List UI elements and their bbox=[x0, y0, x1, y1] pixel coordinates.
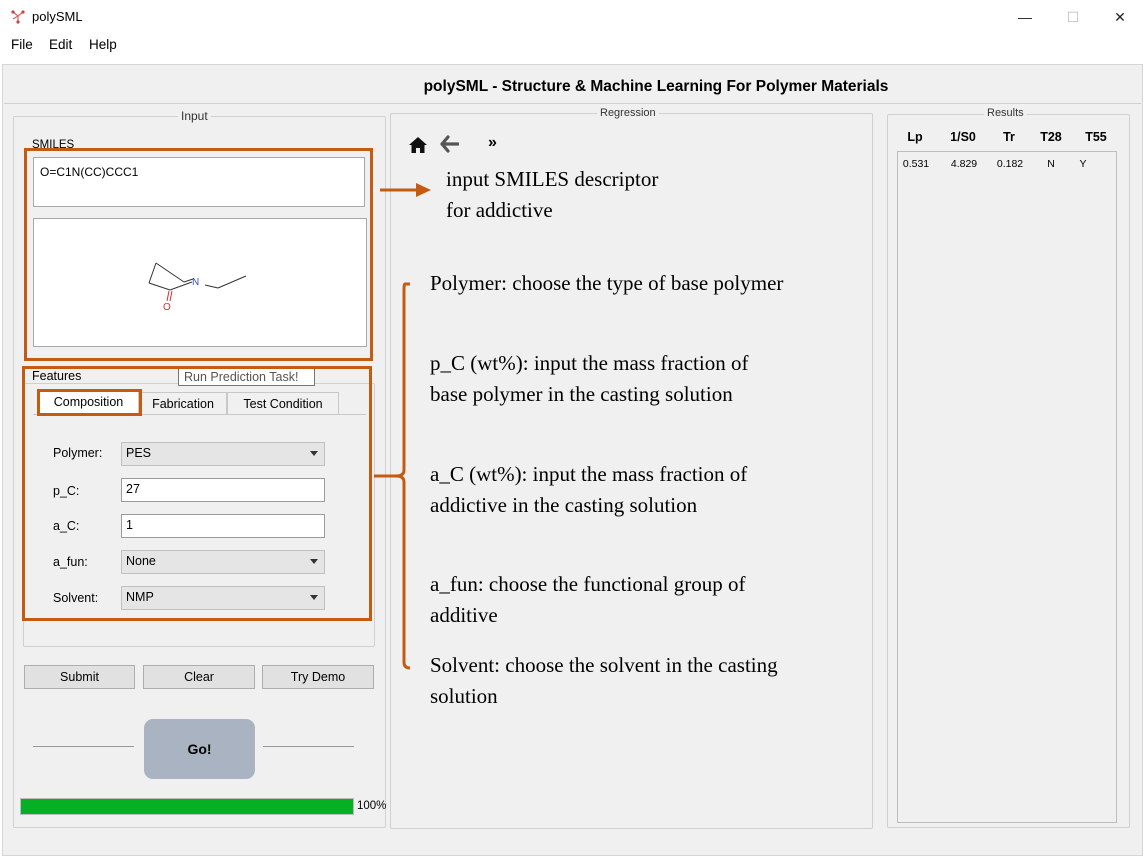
results-table bbox=[897, 151, 1117, 823]
annotation-solvent-line-2: solution bbox=[430, 684, 498, 708]
arrow-right-icon bbox=[380, 183, 431, 197]
annotation-pc-line-1: p_C (wt%): input the mass fraction of bbox=[430, 351, 749, 375]
maximize-button[interactable]: ☐ bbox=[1051, 4, 1095, 30]
regression-panel-title: Regression bbox=[597, 107, 659, 119]
results-header-t55: T55 bbox=[1085, 130, 1107, 144]
back-arrow-icon[interactable] bbox=[440, 135, 459, 153]
annotation-solvent-line-1: Solvent: choose the solvent in the casti… bbox=[430, 653, 778, 677]
title-bar bbox=[0, 0, 1145, 34]
divider-right bbox=[263, 746, 354, 747]
results-header-tr: Tr bbox=[1003, 130, 1015, 144]
annotation-smiles-line-1: input SMILES descriptor bbox=[446, 167, 659, 191]
progress-bar-fill bbox=[21, 799, 353, 814]
table-cell: 0.531 bbox=[902, 158, 930, 170]
annotation-afun-line-1: a_fun: choose the functional group of bbox=[430, 572, 746, 596]
window-title: polySML bbox=[32, 9, 83, 24]
results-header-t28: T28 bbox=[1040, 130, 1062, 144]
menu-edit[interactable]: Edit bbox=[49, 37, 72, 52]
menu-help[interactable]: Help bbox=[89, 37, 117, 52]
more-tools-button[interactable]: » bbox=[488, 134, 497, 152]
progress-bar bbox=[20, 798, 354, 815]
annotation-pc-line-2: base polymer in the casting solution bbox=[430, 382, 733, 406]
composition-tab-highlight-box bbox=[37, 389, 142, 416]
annotation-smiles-line-2: for addictive bbox=[446, 198, 553, 222]
results-header-1-s0: 1/S0 bbox=[950, 130, 976, 144]
progress-label: 100% bbox=[357, 800, 387, 812]
table-cell: 4.829 bbox=[950, 158, 978, 170]
minimize-button[interactable]: — bbox=[1003, 4, 1047, 30]
smiles-highlight-box bbox=[24, 148, 373, 361]
go-button[interactable]: Go! bbox=[144, 719, 255, 779]
page-title: polySML - Structure & Machine Learning F… bbox=[423, 78, 889, 95]
annotation-polymer: Polymer: choose the type of base polymer bbox=[430, 271, 784, 295]
annotation-ac-line-1: a_C (wt%): input the mass fraction of bbox=[430, 462, 748, 486]
divider-left bbox=[33, 746, 134, 747]
annotation-ac-line-2: addictive in the casting solution bbox=[430, 493, 698, 517]
input-panel-title: Input bbox=[178, 109, 211, 123]
table-cell: N bbox=[1047, 158, 1055, 170]
results-panel-title: Results bbox=[984, 107, 1027, 119]
submit-button[interactable]: Submit bbox=[24, 665, 135, 689]
bracket-shape bbox=[374, 282, 411, 670]
annotation-afun-line-2: additive bbox=[430, 603, 498, 627]
try-demo-button[interactable]: Try Demo bbox=[262, 665, 374, 689]
clear-button[interactable]: Clear bbox=[143, 665, 255, 689]
app-logo-icon bbox=[11, 10, 25, 24]
header-divider bbox=[4, 103, 1141, 104]
menu-bar bbox=[0, 34, 1145, 56]
table-cell: Y bbox=[1079, 158, 1087, 170]
home-icon[interactable] bbox=[408, 136, 428, 154]
results-header-lp: Lp bbox=[907, 130, 923, 144]
table-cell: 0.182 bbox=[996, 158, 1024, 170]
close-button[interactable]: ✕ bbox=[1098, 4, 1142, 30]
menu-file[interactable]: File bbox=[11, 37, 33, 52]
